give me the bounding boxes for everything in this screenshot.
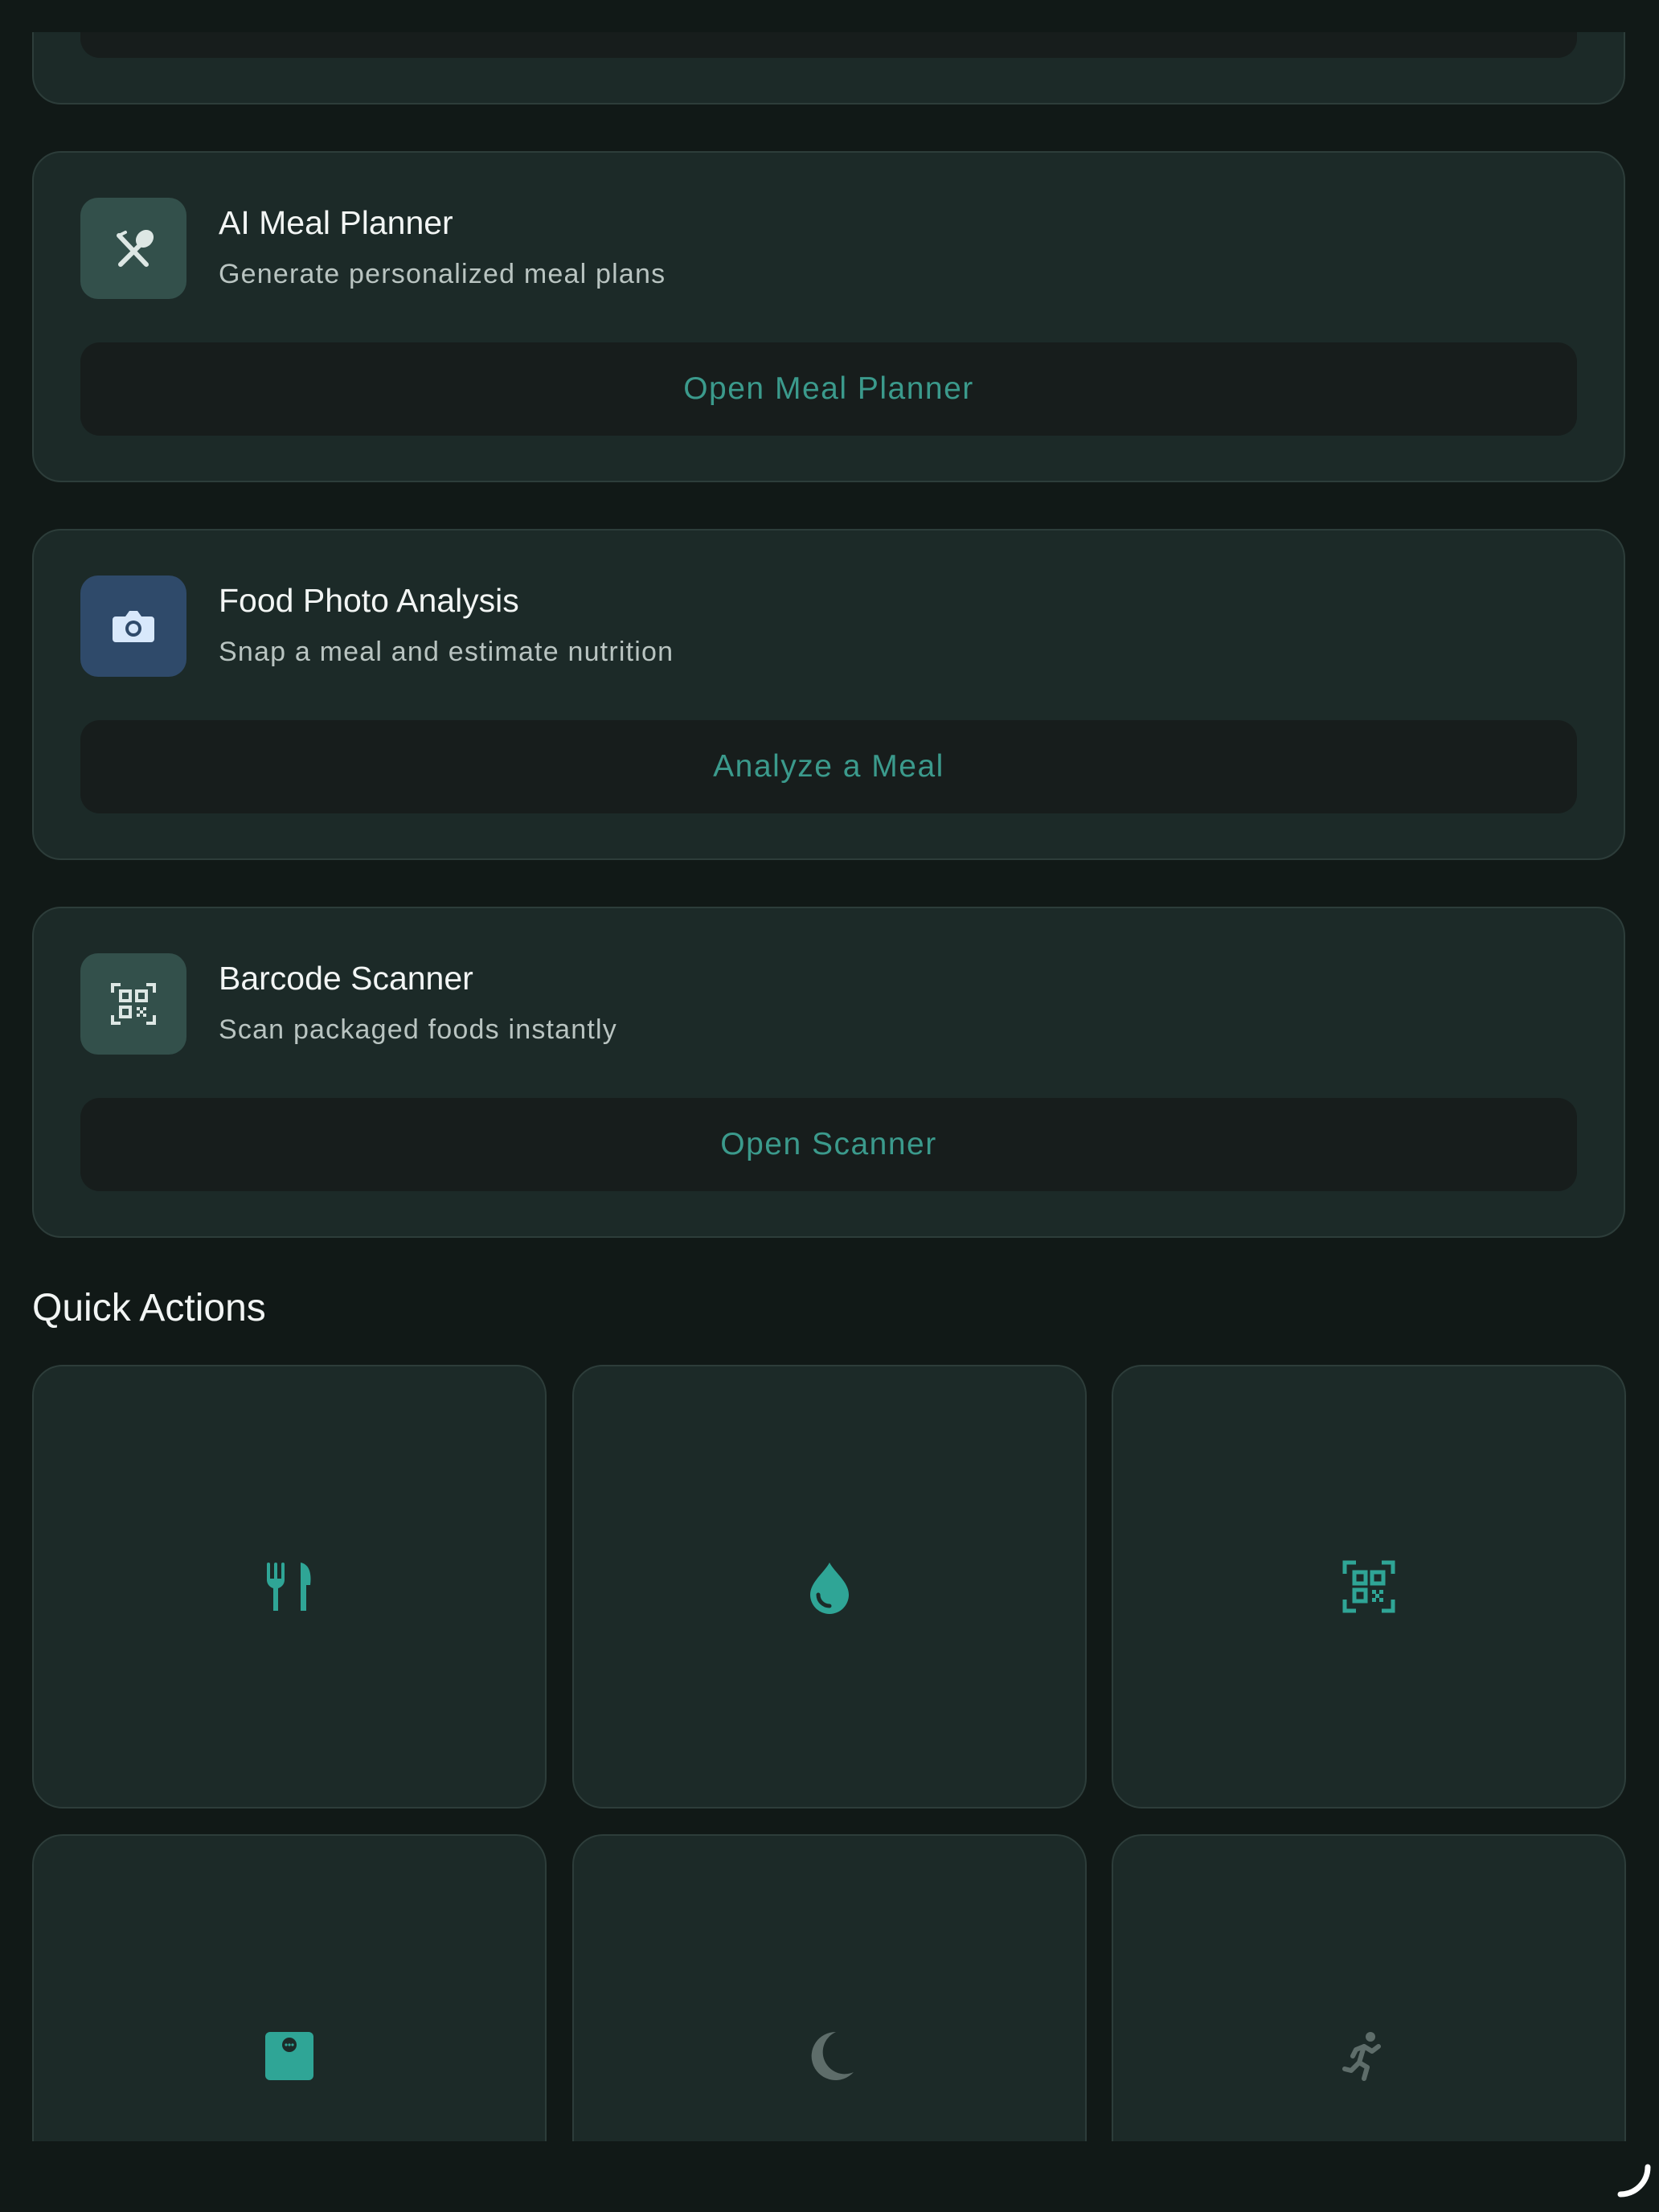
quick-action-scan[interactable] bbox=[1112, 1365, 1626, 1809]
bottom-bar bbox=[0, 2141, 1659, 2212]
weight-scale-icon bbox=[265, 2032, 313, 2080]
food-photo-card: Food Photo Analysis Snap a meal and esti… bbox=[32, 529, 1625, 860]
qr-scan-icon bbox=[111, 983, 156, 1025]
food-photo-icon-tile bbox=[80, 576, 186, 677]
quick-action-water[interactable] bbox=[572, 1365, 1087, 1809]
barcode-scanner-card: Barcode Scanner Scan packaged foods inst… bbox=[32, 907, 1625, 1238]
food-photo-title: Food Photo Analysis bbox=[219, 582, 519, 619]
screen: AI Meal Planner Generate personalized me… bbox=[0, 0, 1659, 2212]
loading-spinner-icon bbox=[1617, 2164, 1651, 2198]
moon-icon bbox=[811, 2031, 854, 2080]
running-person-icon bbox=[1342, 2032, 1381, 2081]
food-photo-description: Snap a meal and estimate nutrition bbox=[219, 637, 674, 667]
barcode-scanner-icon-tile bbox=[80, 953, 186, 1055]
meal-planner-card: AI Meal Planner Generate personalized me… bbox=[32, 151, 1625, 482]
fork-knife-icon bbox=[267, 1563, 311, 1611]
meal-planner-description: Generate personalized meal plans bbox=[219, 259, 666, 289]
quick-action-log-food[interactable] bbox=[32, 1365, 547, 1809]
status-area bbox=[0, 0, 1659, 32]
barcode-scanner-description: Scan packaged foods instantly bbox=[219, 1014, 617, 1045]
camera-icon bbox=[113, 611, 154, 642]
analyze-meal-button[interactable]: Analyze a Meal bbox=[80, 720, 1577, 813]
meal-planner-icon-tile bbox=[80, 198, 186, 299]
water-drop-icon bbox=[810, 1563, 849, 1614]
meal-planner-title: AI Meal Planner bbox=[219, 204, 453, 241]
barcode-scanner-title: Barcode Scanner bbox=[219, 960, 473, 997]
open-meal-planner-button[interactable]: Open Meal Planner bbox=[80, 342, 1577, 436]
qr-scan-icon bbox=[1342, 1560, 1395, 1613]
quick-actions-title: Quick Actions bbox=[32, 1287, 266, 1329]
fork-spoon-cross-icon bbox=[117, 229, 154, 267]
open-scanner-button[interactable]: Open Scanner bbox=[80, 1098, 1577, 1191]
